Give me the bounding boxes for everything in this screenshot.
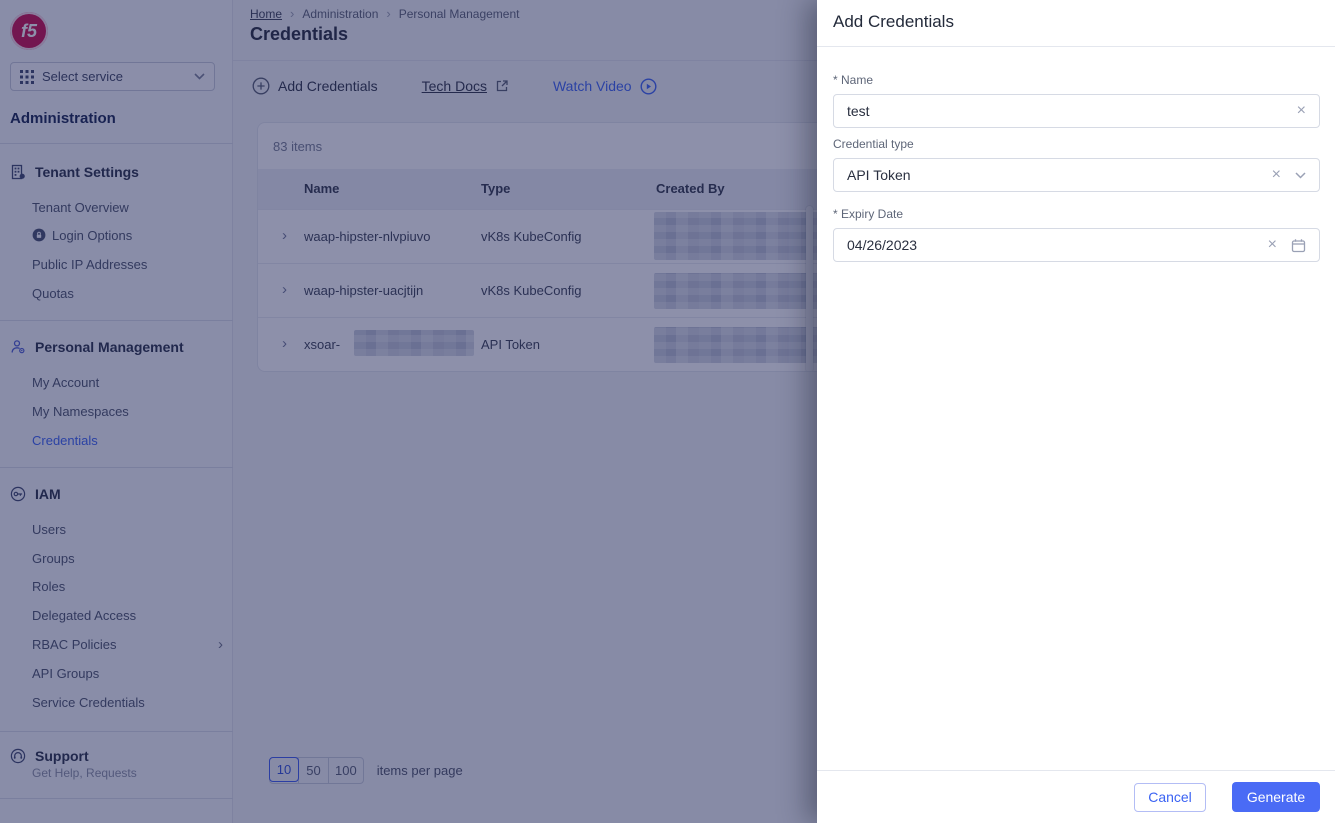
modal-scrim[interactable] xyxy=(0,0,817,823)
name-input[interactable]: test × xyxy=(833,94,1320,128)
chevron-down-icon[interactable] xyxy=(1295,171,1306,179)
panel-footer: Cancel Generate xyxy=(817,770,1335,823)
name-field-label: * Name xyxy=(833,73,874,87)
expiry-date-input[interactable]: 04/26/2023 × xyxy=(833,228,1320,262)
expiry-date-label: * Expiry Date xyxy=(833,207,904,221)
panel-title: Add Credentials xyxy=(833,12,954,31)
generate-button[interactable]: Generate xyxy=(1232,782,1320,812)
name-input-value: test xyxy=(847,103,870,119)
cancel-button[interactable]: Cancel xyxy=(1134,782,1206,812)
expiry-date-value: 04/26/2023 xyxy=(847,237,918,253)
divider xyxy=(817,46,1335,47)
credential-type-label: Credential type xyxy=(833,137,914,151)
add-credentials-panel: Add Credentials * Name test × Credential… xyxy=(817,0,1335,823)
credential-type-select[interactable]: API Token × xyxy=(833,158,1320,192)
calendar-icon[interactable] xyxy=(1291,238,1306,253)
credential-type-value: API Token xyxy=(847,167,911,183)
clear-icon[interactable]: × xyxy=(1297,103,1306,119)
clear-icon[interactable]: × xyxy=(1272,167,1281,183)
clear-icon[interactable]: × xyxy=(1268,237,1277,253)
